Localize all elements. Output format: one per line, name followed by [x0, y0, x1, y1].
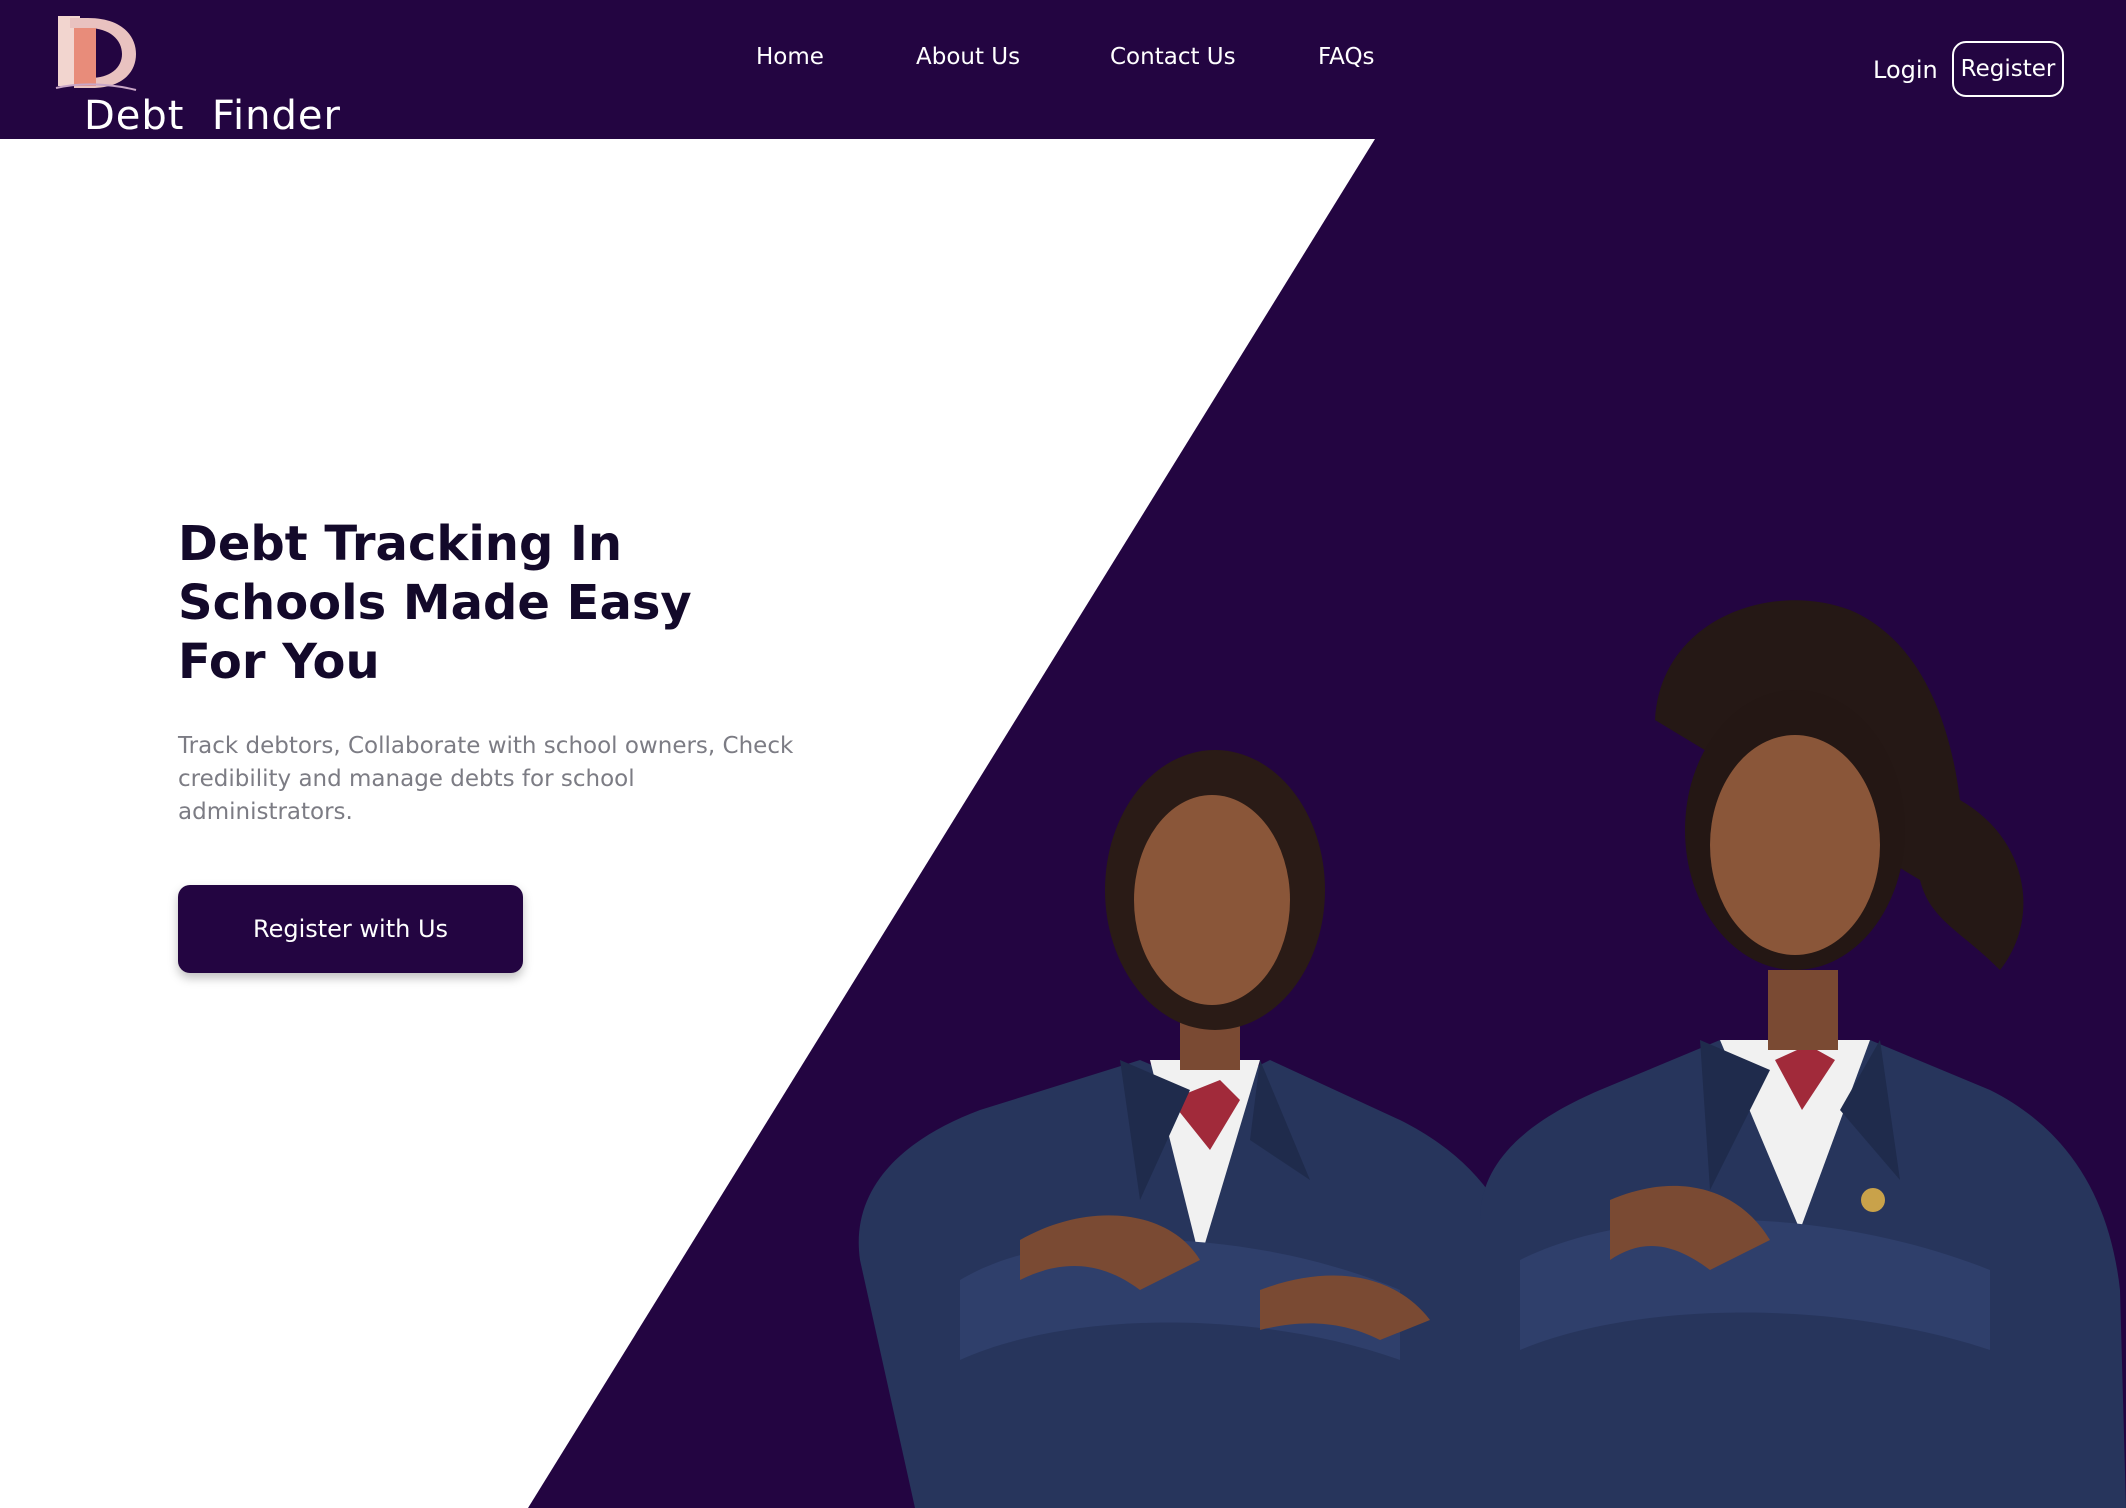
nav-about-us[interactable]: About Us [916, 44, 1020, 70]
login-link[interactable]: Login [1873, 56, 1938, 84]
hero-title: Debt Tracking In Schools Made Easy For Y… [178, 515, 698, 692]
hero-title-line: For You [178, 634, 380, 690]
brand-name[interactable]: Debt Finder [84, 86, 341, 146]
register-with-us-button[interactable]: Register with Us [178, 885, 523, 973]
register-button[interactable]: Register [1952, 41, 2064, 97]
hero-title-line: Schools Made Easy [178, 575, 692, 631]
logo-icon[interactable] [52, 12, 140, 94]
hero-title-line: Debt Tracking In [178, 516, 623, 572]
hero-subtitle-line: Track debtors, Collaborate with school o… [178, 733, 794, 759]
nav-home[interactable]: Home [756, 44, 824, 70]
nav-faqs[interactable]: FAQs [1318, 44, 1375, 70]
nav-contact-us[interactable]: Contact Us [1110, 44, 1236, 70]
hero-section: Debt Tracking In Schools Made Easy For Y… [178, 515, 798, 973]
hero-subtitle-line: credibility and manage debts for school … [178, 766, 635, 825]
students-photo [858, 600, 2126, 1508]
student-left-figure [858, 750, 1540, 1508]
hero-subtitle: Track debtors, Collaborate with school o… [178, 730, 798, 829]
student-right-figure [1480, 600, 2126, 1508]
top-navbar: Debt Finder Home About Us Contact Us FAQ… [0, 0, 2126, 139]
